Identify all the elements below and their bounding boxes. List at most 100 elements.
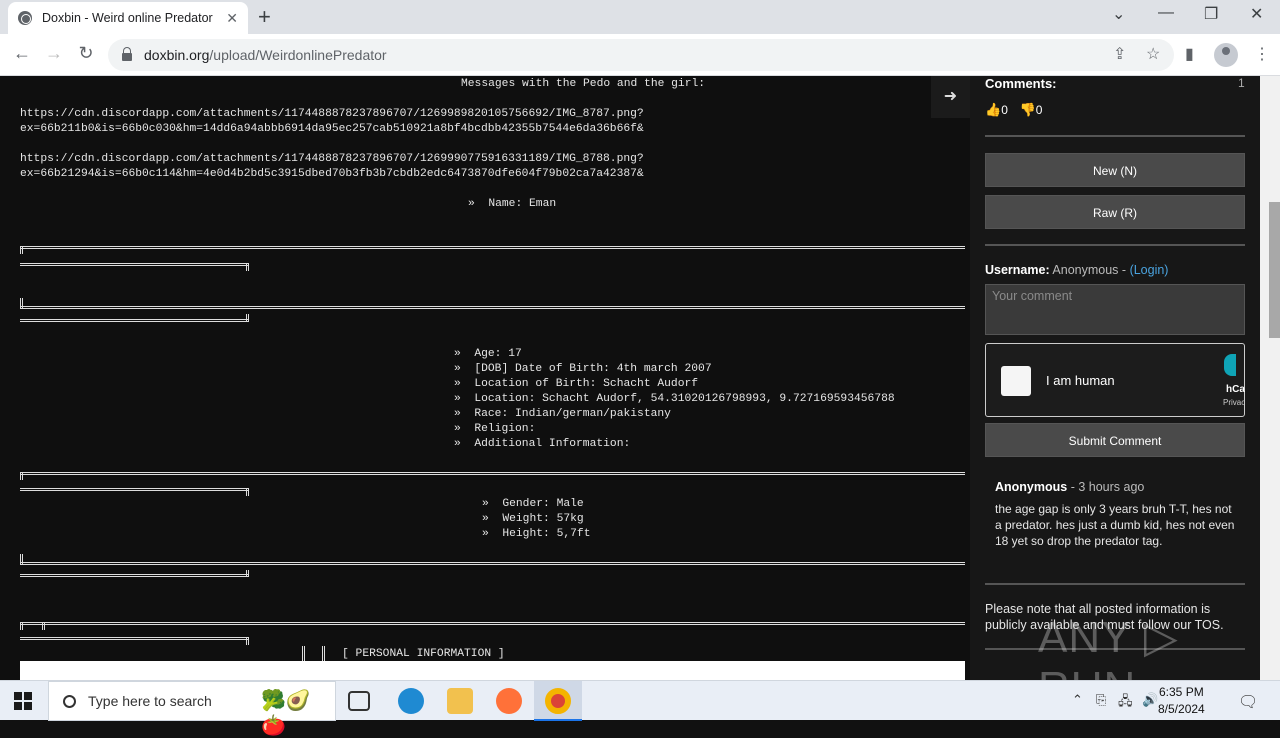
comment-text: the age gap is only 3 years bruh T-T, he… bbox=[995, 502, 1235, 548]
login-link[interactable]: (Login) bbox=[1130, 263, 1169, 277]
box-border bbox=[42, 622, 45, 630]
network-icon[interactable]: 🖧 bbox=[1118, 692, 1133, 714]
search-highlight-icon: 🥦🥑🍅 bbox=[261, 690, 311, 737]
arrow-right-icon[interactable]: ➜ bbox=[931, 76, 970, 118]
profile-avatar[interactable] bbox=[1214, 43, 1238, 67]
hcaptcha-privacy-link[interactable]: Privac bbox=[1223, 398, 1245, 407]
comment-meta: Anonymous - 3 hours ago bbox=[995, 480, 1144, 494]
edge-icon[interactable] bbox=[398, 688, 424, 714]
captcha-widget: I am human hCa Privac bbox=[985, 343, 1245, 417]
raw-button[interactable]: Raw (R) bbox=[985, 195, 1245, 229]
browser-tab[interactable]: Doxbin - Weird online Predator ✕ bbox=[8, 2, 248, 34]
address-bar[interactable]: doxbin.org/upload/WeirdonlinePredator bbox=[108, 39, 1174, 71]
box-border bbox=[20, 246, 23, 254]
windows-taskbar: Type here to search 🥦🥑🍅 ⌃ ⎘ 🖧 🔊 6:35 PM … bbox=[0, 680, 1280, 737]
comments-heading: Comments: bbox=[985, 76, 1057, 91]
hcaptcha-brand: hCa bbox=[1226, 384, 1245, 395]
firefox-icon[interactable] bbox=[496, 688, 522, 714]
taskbar-search[interactable]: Type here to search 🥦🥑🍅 bbox=[48, 681, 336, 737]
restore-icon[interactable]: ❐ bbox=[1204, 4, 1218, 24]
share-icon[interactable]: ⇪ bbox=[1113, 44, 1126, 64]
window-close-icon[interactable]: ✕ bbox=[1250, 4, 1263, 24]
taskbar-clock[interactable]: 6:35 PM 8/5/2024 bbox=[1158, 684, 1205, 718]
thumbs-down-icon[interactable]: 👎 bbox=[1020, 102, 1036, 117]
task-view-icon[interactable] bbox=[348, 691, 370, 711]
box-border bbox=[246, 263, 249, 271]
usb-icon[interactable]: ⎘ bbox=[1096, 692, 1106, 708]
url-path: /upload/WeirdonlinePredator bbox=[209, 47, 387, 63]
tab-search-chevron-icon[interactable]: ⌄ bbox=[1112, 4, 1125, 24]
url-host: doxbin.org bbox=[144, 47, 210, 63]
info-line: » Additional Information: bbox=[454, 438, 631, 450]
tray-chevron-icon[interactable]: ⌃ bbox=[1072, 692, 1083, 708]
captcha-label: I am human bbox=[1046, 373, 1115, 388]
box-border bbox=[302, 646, 305, 661]
comments-count: 1 bbox=[1238, 76, 1245, 90]
tab-strip: Doxbin - Weird online Predator ✕ + ⌄ — ❐… bbox=[0, 0, 1280, 34]
box-border bbox=[20, 263, 249, 267]
hcaptcha-logo-icon bbox=[1224, 354, 1236, 376]
info-line: » Age: 17 bbox=[454, 348, 522, 360]
box-border bbox=[20, 488, 249, 492]
paste-heading: Messages with the Pedo and the girl: bbox=[461, 78, 706, 90]
link-2-line-2[interactable]: ex=66b21294&is=66b0c114&hm=4e0d4b2bd5c39… bbox=[20, 167, 644, 182]
comment-input[interactable]: Your comment bbox=[985, 284, 1245, 335]
info-line: » [DOB] Date of Birth: 4th march 2007 bbox=[454, 363, 712, 375]
info-line: » Race: Indian/german/pakistany bbox=[454, 408, 671, 420]
clock-time: 6:35 PM bbox=[1159, 685, 1204, 699]
bookmark-star-icon[interactable]: ☆ bbox=[1146, 44, 1160, 64]
white-bar bbox=[20, 661, 965, 680]
username-row: Username: Anonymous - (Login) bbox=[985, 263, 1168, 277]
captcha-checkbox[interactable] bbox=[1001, 366, 1031, 396]
scrollbar-thumb[interactable] bbox=[1269, 202, 1280, 338]
file-explorer-icon[interactable] bbox=[447, 688, 473, 714]
globe-icon bbox=[18, 11, 32, 25]
box-border bbox=[20, 306, 965, 310]
box-border bbox=[246, 570, 249, 577]
clock-date: 8/5/2024 bbox=[1158, 702, 1205, 716]
reload-icon[interactable]: ↻ bbox=[74, 43, 98, 64]
box-border bbox=[322, 646, 325, 661]
divider bbox=[985, 135, 1245, 137]
thumbs-up-icon[interactable]: 👍 bbox=[985, 102, 1001, 117]
tab-title: Doxbin - Weird online Predator bbox=[42, 11, 213, 25]
box-border bbox=[20, 637, 249, 641]
comments-sidebar: Comments: 1 👍0 👎0 New (N) Raw (R) Userna… bbox=[970, 76, 1260, 680]
page-scrollbar[interactable] bbox=[1260, 76, 1280, 680]
windows-start-icon[interactable] bbox=[14, 692, 32, 710]
new-button[interactable]: New (N) bbox=[985, 153, 1245, 187]
box-border bbox=[20, 622, 965, 626]
search-icon bbox=[63, 694, 76, 708]
submit-comment-button[interactable]: Submit Comment bbox=[985, 423, 1245, 457]
body-line: » Height: 5,7ft bbox=[482, 528, 591, 540]
body-line: » Gender: Male bbox=[482, 498, 584, 510]
notifications-icon[interactable]: 🗨 bbox=[1238, 692, 1258, 712]
side-panel-icon[interactable]: ▮ bbox=[1185, 44, 1194, 64]
link-1-line-2[interactable]: ex=66b211b0&is=66b0c030&hm=14dd6a94abbb6… bbox=[20, 122, 644, 137]
link-2-line-1[interactable]: https://cdn.discordapp.com/attachments/1… bbox=[20, 152, 644, 167]
link-1-line-1[interactable]: https://cdn.discordapp.com/attachments/1… bbox=[20, 107, 644, 122]
browser-toolbar: ← → ↻ doxbin.org/upload/WeirdonlinePreda… bbox=[0, 34, 1280, 76]
vote-row: 👍0 👎0 bbox=[985, 102, 1050, 118]
menu-kebab-icon[interactable]: ⋮ bbox=[1254, 44, 1270, 64]
info-line: » Religion: bbox=[454, 423, 536, 435]
info-line: » Location: Schacht Audorf, 54.310201267… bbox=[454, 393, 895, 405]
minimize-icon[interactable]: — bbox=[1158, 4, 1174, 22]
box-border bbox=[20, 622, 23, 630]
new-tab-icon[interactable]: + bbox=[258, 4, 271, 30]
box-border bbox=[20, 319, 249, 323]
username-label: Username: bbox=[985, 263, 1050, 277]
volume-icon[interactable]: 🔊 bbox=[1142, 692, 1158, 708]
close-tab-icon[interactable]: ✕ bbox=[226, 10, 238, 27]
comment-time: - 3 hours ago bbox=[1070, 480, 1145, 494]
box-border bbox=[20, 472, 23, 480]
forward-icon[interactable]: → bbox=[42, 43, 66, 64]
back-icon[interactable]: ← bbox=[10, 43, 34, 64]
comment-author: Anonymous bbox=[995, 480, 1068, 494]
body-line: » Weight: 57kg bbox=[482, 513, 584, 525]
lock-icon[interactable] bbox=[122, 47, 132, 61]
chrome-icon[interactable] bbox=[545, 688, 571, 714]
box-border bbox=[246, 637, 249, 645]
paste-content: Messages with the Pedo and the girl: htt… bbox=[0, 76, 970, 680]
info-line: » Location of Birth: Schacht Audorf bbox=[454, 378, 699, 390]
